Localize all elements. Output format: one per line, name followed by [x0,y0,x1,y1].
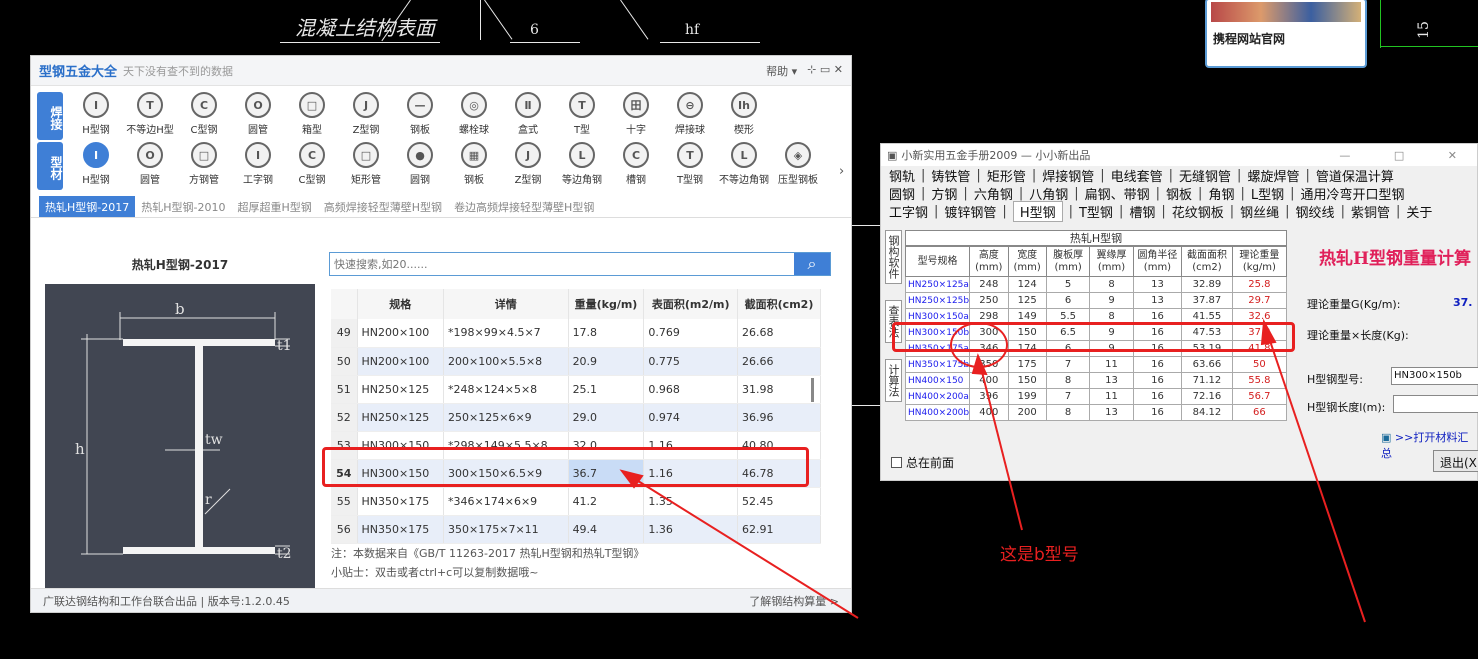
annotation-caption: 这是b型号 [1000,545,1079,565]
annotation-arrows [619,318,1366,623]
